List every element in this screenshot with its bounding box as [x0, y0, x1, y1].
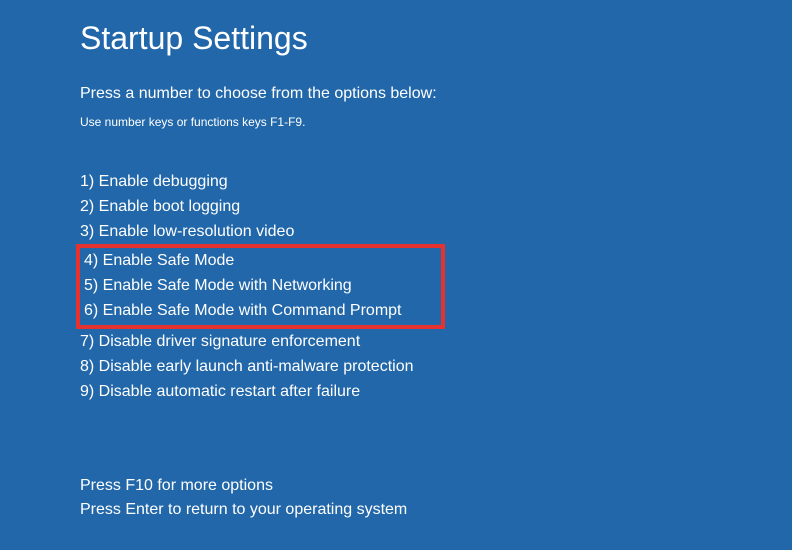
option-8[interactable]: 8) Disable early launch anti-malware pro…: [80, 354, 792, 379]
instruction-text: Press a number to choose from the option…: [80, 85, 792, 103]
option-3[interactable]: 3) Enable low-resolution video: [80, 219, 792, 244]
option-7[interactable]: 7) Disable driver signature enforcement: [80, 329, 792, 354]
options-list: 1) Enable debugging 2) Enable boot loggi…: [80, 169, 792, 404]
option-6[interactable]: 6) Enable Safe Mode with Command Prompt: [84, 298, 401, 323]
footer-return: Press Enter to return to your operating …: [80, 498, 792, 522]
option-2[interactable]: 2) Enable boot logging: [80, 194, 792, 219]
highlight-box: 4) Enable Safe Mode 5) Enable Safe Mode …: [76, 244, 445, 329]
subinstruction-text: Use number keys or functions keys F1-F9.: [80, 115, 792, 129]
footer-more-options: Press F10 for more options: [80, 474, 792, 498]
option-5[interactable]: 5) Enable Safe Mode with Networking: [84, 273, 401, 298]
option-1[interactable]: 1) Enable debugging: [80, 169, 792, 194]
page-title: Startup Settings: [80, 20, 792, 57]
option-9[interactable]: 9) Disable automatic restart after failu…: [80, 379, 792, 404]
option-4[interactable]: 4) Enable Safe Mode: [84, 248, 401, 273]
